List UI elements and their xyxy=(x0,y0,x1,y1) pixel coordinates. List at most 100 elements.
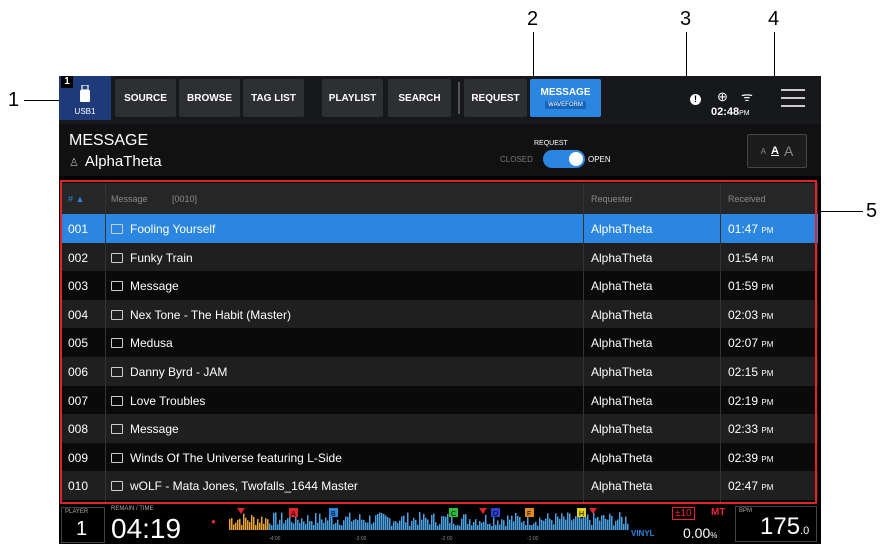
clock-ampm: PM xyxy=(739,110,750,117)
clock-time: 02:48 xyxy=(711,106,740,118)
waveform-bar xyxy=(261,516,263,530)
waveform-bar xyxy=(425,517,427,530)
waveform-bar xyxy=(475,519,477,530)
bpm-value: 175.0 xyxy=(760,513,809,541)
waveform-bar xyxy=(551,520,553,530)
waveform-bar xyxy=(499,524,501,530)
waveform-bar xyxy=(385,515,387,530)
waveform-bar xyxy=(609,513,611,530)
waveform-bar xyxy=(495,524,497,530)
waveform-bar xyxy=(529,524,531,530)
bpm-decimal: .0 xyxy=(800,525,810,537)
waveform-bar xyxy=(601,515,603,530)
waveform-overview[interactable]: ABCDFH xyxy=(229,508,629,534)
waveform-bar xyxy=(411,520,413,530)
waveform-bar xyxy=(569,513,571,530)
waveform-bar xyxy=(319,513,321,530)
hot-cue-label: D xyxy=(493,511,498,518)
toggle-knob xyxy=(569,152,583,166)
usb-label: USB1 xyxy=(74,107,96,116)
message-button[interactable]: MESSAGE WAVEFORM xyxy=(530,79,601,117)
waveform-bar xyxy=(615,520,617,530)
waveform-bar xyxy=(321,519,323,530)
waveform-bar xyxy=(303,521,305,530)
waveform-bar xyxy=(391,525,393,530)
time-tick-label: -3:00 xyxy=(355,536,367,542)
waveform-bar xyxy=(369,515,371,530)
waveform-bar xyxy=(581,518,583,530)
closed-label: CLOSED xyxy=(500,155,533,164)
waveform-bar xyxy=(309,521,311,530)
waveform-bar xyxy=(337,519,339,530)
playlist-button[interactable]: PLAYLIST xyxy=(322,79,383,117)
request-toggle[interactable] xyxy=(543,150,585,168)
hot-cue-marker[interactable]: F xyxy=(525,508,534,518)
waveform-bar xyxy=(479,521,481,530)
waveform-sublabel: WAVEFORM xyxy=(545,101,586,109)
memory-cue-marker xyxy=(589,508,597,514)
clock: 02:48PM xyxy=(711,106,750,118)
waveform-bar xyxy=(549,518,551,530)
waveform-bar xyxy=(557,516,559,530)
callout-4: 4 xyxy=(768,8,780,30)
waveform-bar xyxy=(477,525,479,530)
hot-cue-marker[interactable]: D xyxy=(491,508,500,518)
user-name: AlphaTheta xyxy=(84,153,162,170)
waveform-bar xyxy=(455,525,457,530)
waveform-bar xyxy=(293,523,295,530)
hot-cue-marker[interactable]: A xyxy=(289,508,298,518)
font-size-button[interactable]: A A A xyxy=(747,134,807,168)
request-toggle-label: REQUEST xyxy=(534,140,568,147)
waveform-bar xyxy=(401,516,403,530)
hot-cue-marker[interactable]: C xyxy=(449,508,458,518)
waveform-bar xyxy=(627,523,629,530)
waveform-bar xyxy=(339,524,341,530)
waveform-bar xyxy=(243,513,245,530)
waveform-bar xyxy=(591,524,593,530)
browse-button[interactable]: BROWSE xyxy=(179,79,240,117)
waveform-bar xyxy=(571,520,573,530)
waveform-bar xyxy=(287,518,289,530)
waveform-bar xyxy=(467,523,469,530)
waveform-bar xyxy=(503,520,505,530)
waveform-bar xyxy=(519,517,521,530)
waveform-bar xyxy=(375,515,377,530)
waveform-bar xyxy=(525,524,527,530)
waveform-bar xyxy=(447,513,449,530)
request-button[interactable]: REQUEST xyxy=(464,79,527,117)
font-large-icon: A xyxy=(783,143,794,159)
remaining-time: 04:19 xyxy=(111,513,182,544)
waveform-bar xyxy=(323,522,325,530)
waveform-bar xyxy=(263,523,265,530)
bpm-label: BPM xyxy=(739,508,753,514)
waveform-bar xyxy=(307,515,309,530)
waveform-bar xyxy=(251,515,253,530)
hot-cue-label: B xyxy=(331,511,336,518)
hot-cue-marker[interactable]: H xyxy=(577,508,586,518)
bpm-integer: 175 xyxy=(760,513,801,540)
warning-icon[interactable]: ! xyxy=(690,94,701,105)
tag-list-button[interactable]: TAG LIST xyxy=(243,79,304,117)
waveform-bar xyxy=(273,512,275,530)
waveform-bar xyxy=(423,513,425,530)
waveform-bar xyxy=(317,522,319,530)
waveform-bar xyxy=(397,522,399,530)
waveform-bar xyxy=(275,512,277,530)
waveform-bar xyxy=(415,519,417,530)
waveform-bar xyxy=(363,519,365,530)
waveform-bar xyxy=(483,521,485,530)
waveform-bar xyxy=(521,522,523,530)
waveform-bar xyxy=(297,519,299,530)
hot-cue-marker[interactable]: B xyxy=(329,508,338,518)
waveform-bar xyxy=(387,517,389,530)
waveform-bar xyxy=(259,522,261,530)
waveform-bar xyxy=(603,515,605,530)
waveform-bar xyxy=(585,517,587,530)
hamburger-menu-icon[interactable] xyxy=(781,89,805,107)
search-button[interactable]: SEARCH xyxy=(388,79,451,117)
waveform-bar xyxy=(311,521,313,530)
source-button[interactable]: SOURCE xyxy=(115,79,176,117)
usb-source-button[interactable]: 1 USB1 xyxy=(59,76,111,120)
waveform-bar xyxy=(439,523,441,530)
player-box: PLAYER 1 xyxy=(61,507,105,543)
